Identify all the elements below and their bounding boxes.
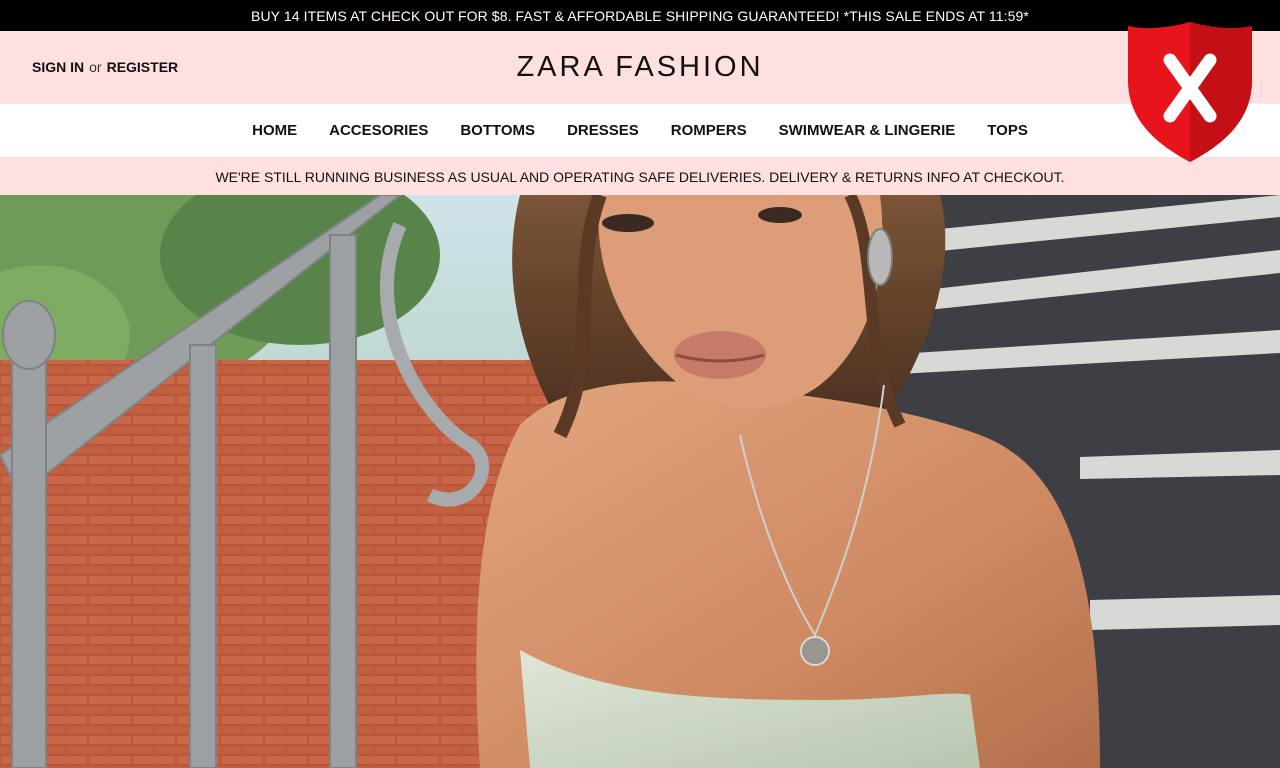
sign-in-link[interactable]: SIGN IN xyxy=(32,59,84,75)
nav-item-rompers[interactable]: ROMPERS xyxy=(671,122,747,139)
hero-photo xyxy=(0,195,1280,768)
or-separator: or xyxy=(89,59,102,75)
nav-item-tops[interactable]: TOPS xyxy=(987,122,1028,139)
nav-item-home[interactable]: HOME xyxy=(252,122,297,139)
shield-x-icon[interactable] xyxy=(1126,20,1254,164)
site-logo-wrap: ZARA FASHION xyxy=(0,31,1280,103)
register-link[interactable]: REGISTER xyxy=(107,59,179,75)
nav-item-accesories[interactable]: ACCESORIES xyxy=(329,122,428,139)
nav-item-dresses[interactable]: DRESSES xyxy=(567,122,639,139)
nav-item-bottoms[interactable]: BOTTOMS xyxy=(460,122,535,139)
nav-item-swimwear-lingerie[interactable]: SWIMWEAR & LINGERIE xyxy=(779,122,956,139)
shield-svg xyxy=(1128,22,1252,162)
site-header: SIGN IN or REGISTER ZARA FASHION xyxy=(0,31,1280,103)
announcement-bar: BUY 14 ITEMS AT CHECK OUT FOR $8. FAST &… xyxy=(0,0,1280,31)
hero-image[interactable] xyxy=(0,195,1280,768)
site-logo[interactable]: ZARA FASHION xyxy=(516,51,763,84)
main-nav: HOME ACCESORIES BOTTOMS DRESSES ROMPERS … xyxy=(0,103,1280,158)
notice-bar: WE'RE STILL RUNNING BUSINESS AS USUAL AN… xyxy=(0,158,1280,195)
account-links: SIGN IN or REGISTER xyxy=(32,31,178,103)
announcement-text: BUY 14 ITEMS AT CHECK OUT FOR $8. FAST &… xyxy=(251,7,1029,24)
notice-text: WE'RE STILL RUNNING BUSINESS AS USUAL AN… xyxy=(215,168,1065,185)
